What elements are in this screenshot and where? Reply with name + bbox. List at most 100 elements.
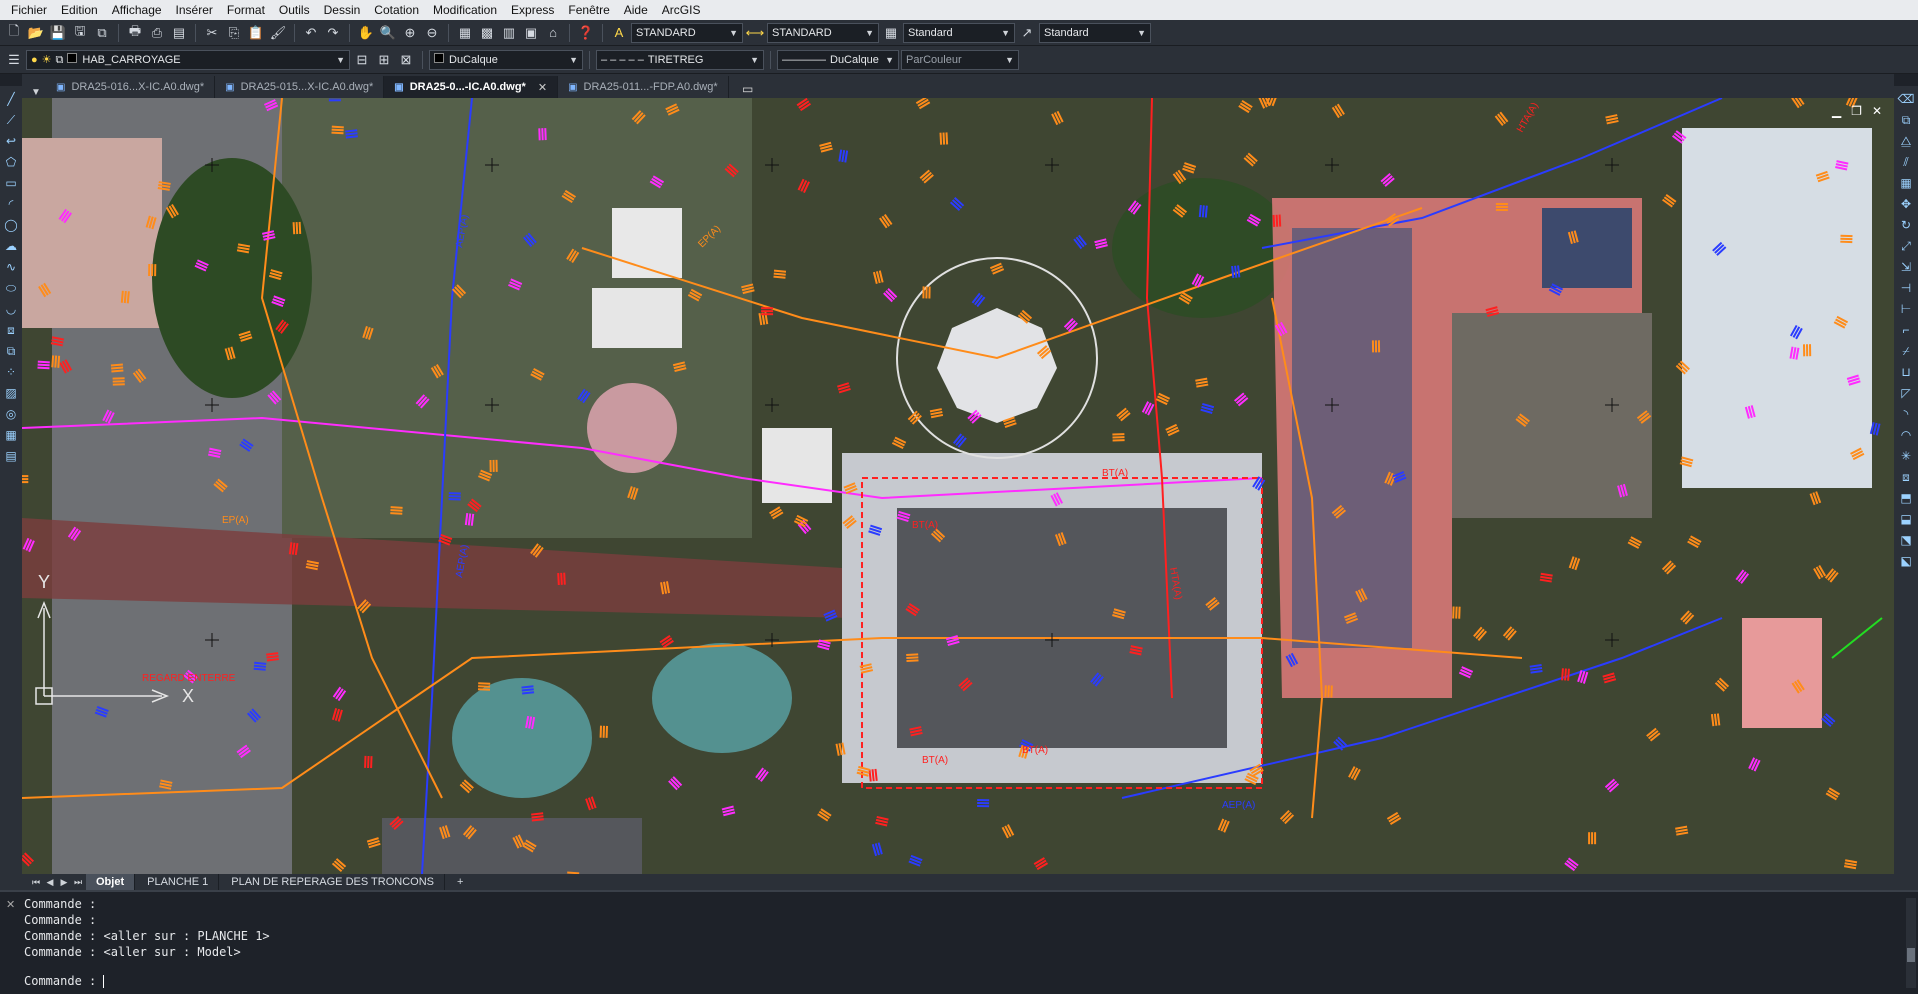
doc-tab-1[interactable]: ▣ DRA25-015...X-IC.A0.dwg*	[215, 76, 385, 98]
make-current-layer-icon[interactable]: ⊟	[352, 50, 372, 70]
layer-dropdown[interactable]: ● ☀ ⧉ HAB_CARROYAGE ▼	[26, 49, 350, 70]
layer-previous-icon[interactable]: ⊞	[374, 50, 394, 70]
linetype-dropdown[interactable]: – – – – – TIRETREG ▼	[596, 49, 764, 70]
plotstyle-dropdown[interactable]: ParCouleur ▼	[901, 49, 1019, 70]
join-icon[interactable]: ⊔	[1897, 363, 1915, 381]
color-dropdown[interactable]: DuCalque ▼	[429, 49, 583, 70]
doc-tab-0[interactable]: ▣ DRA25-016...X-IC.A0.dwg*	[46, 76, 216, 98]
menu-item-10[interactable]: Fenêtre	[561, 0, 616, 20]
open-folder-icon[interactable]: 📂	[26, 23, 46, 43]
bring-front-icon[interactable]: ⬒	[1897, 489, 1915, 507]
mleader-style-dropdown[interactable]: Standard ▼	[1039, 22, 1151, 43]
minimize-icon[interactable]: ▁	[1832, 104, 1841, 118]
copy-object-icon[interactable]: ⧉	[1897, 111, 1915, 129]
add-layout-button[interactable]: +	[447, 874, 473, 890]
menu-item-6[interactable]: Dessin	[317, 0, 368, 20]
table-icon[interactable]: ▦	[2, 426, 20, 444]
drawing-viewport[interactable]: AEP(A) AEP(A) AEP(A) BT(A) BT(A) BT(A) B…	[22, 98, 1894, 874]
command-input[interactable]: Commande :	[24, 974, 105, 988]
scrollbar-thumb[interactable]	[1907, 948, 1915, 962]
publish-icon[interactable]: ▤	[169, 23, 189, 43]
arc-icon[interactable]: ◜	[2, 195, 20, 213]
break-at-point-icon[interactable]: ⌐	[1897, 321, 1915, 339]
polyline-icon[interactable]: ↩	[2, 132, 20, 150]
next-tab-icon[interactable]: ▶	[58, 877, 70, 888]
last-tab-icon[interactable]: ⏭	[72, 877, 84, 888]
menu-item-3[interactable]: Insérer	[169, 0, 220, 20]
layout-tab-model[interactable]: Objet	[86, 874, 136, 890]
ellipse-icon[interactable]: ⬭	[2, 279, 20, 297]
ellipse-arc-icon[interactable]: ◡	[2, 300, 20, 318]
doc-tab-2[interactable]: ▣ DRA25-0...-IC.A0.dwg* ✕	[384, 76, 559, 98]
undo-icon[interactable]: ↶	[301, 23, 321, 43]
array-icon[interactable]: ▦	[1897, 174, 1915, 192]
menu-item-0[interactable]: Fichier	[4, 0, 54, 20]
layer-states-icon[interactable]: ⊠	[396, 50, 416, 70]
new-file-icon[interactable]: 🗋	[4, 23, 24, 43]
point-icon[interactable]: ⁘	[2, 363, 20, 381]
save-icon[interactable]: 💾	[48, 23, 68, 43]
text-style-dropdown[interactable]: STANDARD ▼	[631, 22, 743, 43]
tab-list-dropdown-icon[interactable]: ▼	[30, 87, 42, 98]
zoom-previous-icon[interactable]: ⊖	[422, 23, 442, 43]
zoom-window-icon[interactable]: ⊕	[400, 23, 420, 43]
trim-icon[interactable]: ⊣	[1897, 279, 1915, 297]
drawing-canvas[interactable]: AEP(A) AEP(A) AEP(A) BT(A) BT(A) BT(A) B…	[22, 98, 1894, 874]
close-icon[interactable]: ✕	[1872, 104, 1882, 118]
rotate-icon[interactable]: ↻	[1897, 216, 1915, 234]
menu-item-1[interactable]: Edition	[54, 0, 105, 20]
help-icon[interactable]: ❓	[576, 23, 596, 43]
mtext-icon[interactable]: ▤	[2, 447, 20, 465]
copy-icon[interactable]: ⎘	[224, 23, 244, 43]
explode-icon[interactable]: ✳	[1897, 447, 1915, 465]
menu-item-4[interactable]: Format	[220, 0, 272, 20]
menu-item-5[interactable]: Outils	[272, 0, 317, 20]
paste-icon[interactable]: 📋	[246, 23, 266, 43]
insert-block-icon[interactable]: ⧈	[2, 321, 20, 339]
line-icon[interactable]: ╱	[2, 90, 20, 108]
move-icon[interactable]: ✥	[1897, 195, 1915, 213]
menu-item-9[interactable]: Express	[504, 0, 561, 20]
properties-icon[interactable]: ▦	[455, 23, 475, 43]
hatch-icon[interactable]: ▨	[2, 384, 20, 402]
design-center-icon[interactable]: ▩	[477, 23, 497, 43]
lineweight-dropdown[interactable]: ———— DuCalque ▼	[777, 49, 899, 70]
fillet-icon[interactable]: ◝	[1897, 405, 1915, 423]
chamfer-icon[interactable]: ◸	[1897, 384, 1915, 402]
menu-item-8[interactable]: Modification	[426, 0, 504, 20]
rectangle-icon[interactable]: ▭	[2, 174, 20, 192]
send-back-icon[interactable]: ⬓	[1897, 510, 1915, 528]
menu-item-11[interactable]: Aide	[617, 0, 655, 20]
layout-tab-planche-1[interactable]: PLANCHE 1	[137, 874, 220, 890]
draw-order-icon[interactable]: ⧈	[1897, 468, 1915, 486]
tool-palettes-icon[interactable]: ▥	[499, 23, 519, 43]
first-tab-icon[interactable]: ⏮	[30, 877, 42, 888]
bring-above-icon[interactable]: ⬔	[1897, 531, 1915, 549]
dim-style-dropdown[interactable]: STANDARD ▼	[767, 22, 879, 43]
close-icon[interactable]: ✕	[538, 81, 547, 94]
menu-item-12[interactable]: ArcGIS	[655, 0, 708, 20]
cut-icon[interactable]: ✂	[202, 23, 222, 43]
redo-icon[interactable]: ↷	[323, 23, 343, 43]
scale-icon[interactable]: ⤢	[1897, 237, 1915, 255]
zoom-realtime-icon[interactable]: 🔍	[378, 23, 398, 43]
sheet-set-icon[interactable]: ▣	[521, 23, 541, 43]
menu-item-2[interactable]: Affichage	[105, 0, 169, 20]
command-scrollbar[interactable]	[1906, 898, 1916, 988]
revision-cloud-icon[interactable]: ☁	[2, 237, 20, 255]
layout-tab-plan-reperage[interactable]: PLAN DE REPERAGE DES TRONCONS	[221, 874, 445, 890]
blend-icon[interactable]: ◠	[1897, 426, 1915, 444]
extend-icon[interactable]: ⊢	[1897, 300, 1915, 318]
table-style-dropdown[interactable]: Standard ▼	[903, 22, 1015, 43]
menu-item-7[interactable]: Cotation	[367, 0, 426, 20]
close-icon[interactable]: ✕	[6, 898, 15, 911]
new-drawing-tab-icon[interactable]: ▭	[737, 80, 759, 98]
print-preview-icon[interactable]: ⎙	[147, 23, 167, 43]
prev-tab-icon[interactable]: ◀	[44, 877, 56, 888]
break-icon[interactable]: ⌿	[1897, 342, 1915, 360]
offset-icon[interactable]: ⫽	[1897, 153, 1915, 171]
spline-icon[interactable]: ∿	[2, 258, 20, 276]
doc-tab-3[interactable]: ▣ DRA25-011...-FDP.A0.dwg*	[558, 76, 729, 98]
print-icon[interactable]: 🖶	[125, 23, 145, 43]
send-under-icon[interactable]: ⬕	[1897, 552, 1915, 570]
